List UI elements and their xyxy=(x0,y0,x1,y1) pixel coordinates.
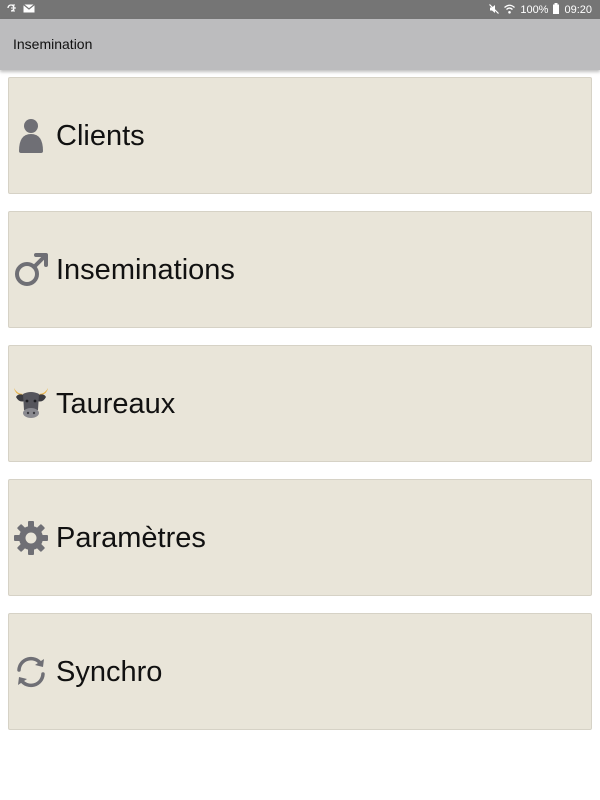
app-title: Insemination xyxy=(13,36,93,52)
male-symbol-icon xyxy=(13,252,49,288)
menu-item-label: Synchro xyxy=(56,656,163,688)
menu-item-inseminations[interactable]: Inseminations xyxy=(8,211,592,328)
status-left xyxy=(6,3,35,16)
status-bar: 100% 09:20 xyxy=(0,0,600,19)
menu-item-label: Taureaux xyxy=(56,388,176,420)
status-right: 100% 09:20 xyxy=(489,3,592,18)
person-icon xyxy=(13,118,49,154)
menu-item-label: Clients xyxy=(56,120,145,152)
mail-icon xyxy=(23,3,35,16)
wifi-icon xyxy=(504,4,516,18)
bull-icon xyxy=(13,386,49,422)
app-bar: Insemination xyxy=(0,19,600,70)
menu-item-clients[interactable]: Clients xyxy=(8,77,592,194)
dnd-icon xyxy=(6,3,18,16)
menu-item-label: Inseminations xyxy=(56,254,235,286)
main-menu: Clients Inseminations Taureaux Paramètre… xyxy=(8,77,592,747)
menu-item-taureaux[interactable]: Taureaux xyxy=(8,345,592,462)
battery-icon xyxy=(553,3,560,18)
gear-icon xyxy=(13,520,49,556)
battery-percent: 100% xyxy=(520,4,549,16)
menu-item-synchro[interactable]: Synchro xyxy=(8,613,592,730)
mute-icon xyxy=(489,3,500,18)
menu-item-parametres[interactable]: Paramètres xyxy=(8,479,592,596)
sync-icon xyxy=(13,654,49,690)
menu-item-label: Paramètres xyxy=(56,522,206,554)
clock: 09:20 xyxy=(564,4,592,16)
